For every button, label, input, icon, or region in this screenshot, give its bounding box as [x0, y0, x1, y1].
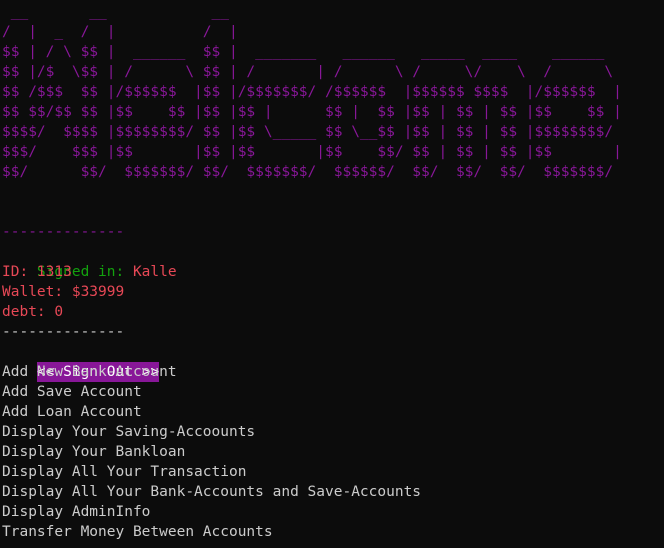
main-menu: Add New Bank-Account Add Save Account Add … — [2, 362, 664, 542]
top-divider: -------------- — [2, 224, 125, 240]
signed-in-user-name: Kalle — [132, 264, 177, 280]
signed-in-line: Signed in: Kalle — [2, 242, 664, 280]
welcome-ascii-banner: __ __ __ / | _ / | / | $$ | / \ $$ | ___… — [2, 4, 622, 180]
menu-item-sign-out[interactable]: << Sign Out >> — [2, 342, 664, 382]
menu-item-display-all-accounts[interactable]: Display All Your Bank-Accounts and Save-… — [2, 482, 664, 502]
menu-item-add-loan-account[interactable]: Add Loan Account — [2, 402, 664, 422]
menu-item-display-bankloan[interactable]: Display Your Bankloan — [2, 442, 664, 462]
wallet-line: Wallet: $33999 — [2, 284, 125, 300]
bottom-divider: -------------- — [2, 324, 125, 340]
menu-item-add-save-account[interactable]: Add Save Account — [2, 382, 664, 402]
menu-item-display-admininfo[interactable]: Display AdminInfo — [2, 502, 664, 522]
debt-line: debt: 0 — [2, 304, 64, 320]
menu-item-display-saving-accounts[interactable]: Display Your Saving-Accoounts — [2, 422, 664, 442]
terminal-window: __ __ __ / | _ / | / | $$ | / \ $$ | ___… — [2, 2, 664, 548]
menu-item-transfer-money[interactable]: Transfer Money Between Accounts — [2, 522, 664, 542]
menu-item-add-bank-account[interactable]: Add New Bank-Account — [2, 362, 664, 382]
menu-item-display-transactions[interactable]: Display All Your Transaction — [2, 462, 664, 482]
